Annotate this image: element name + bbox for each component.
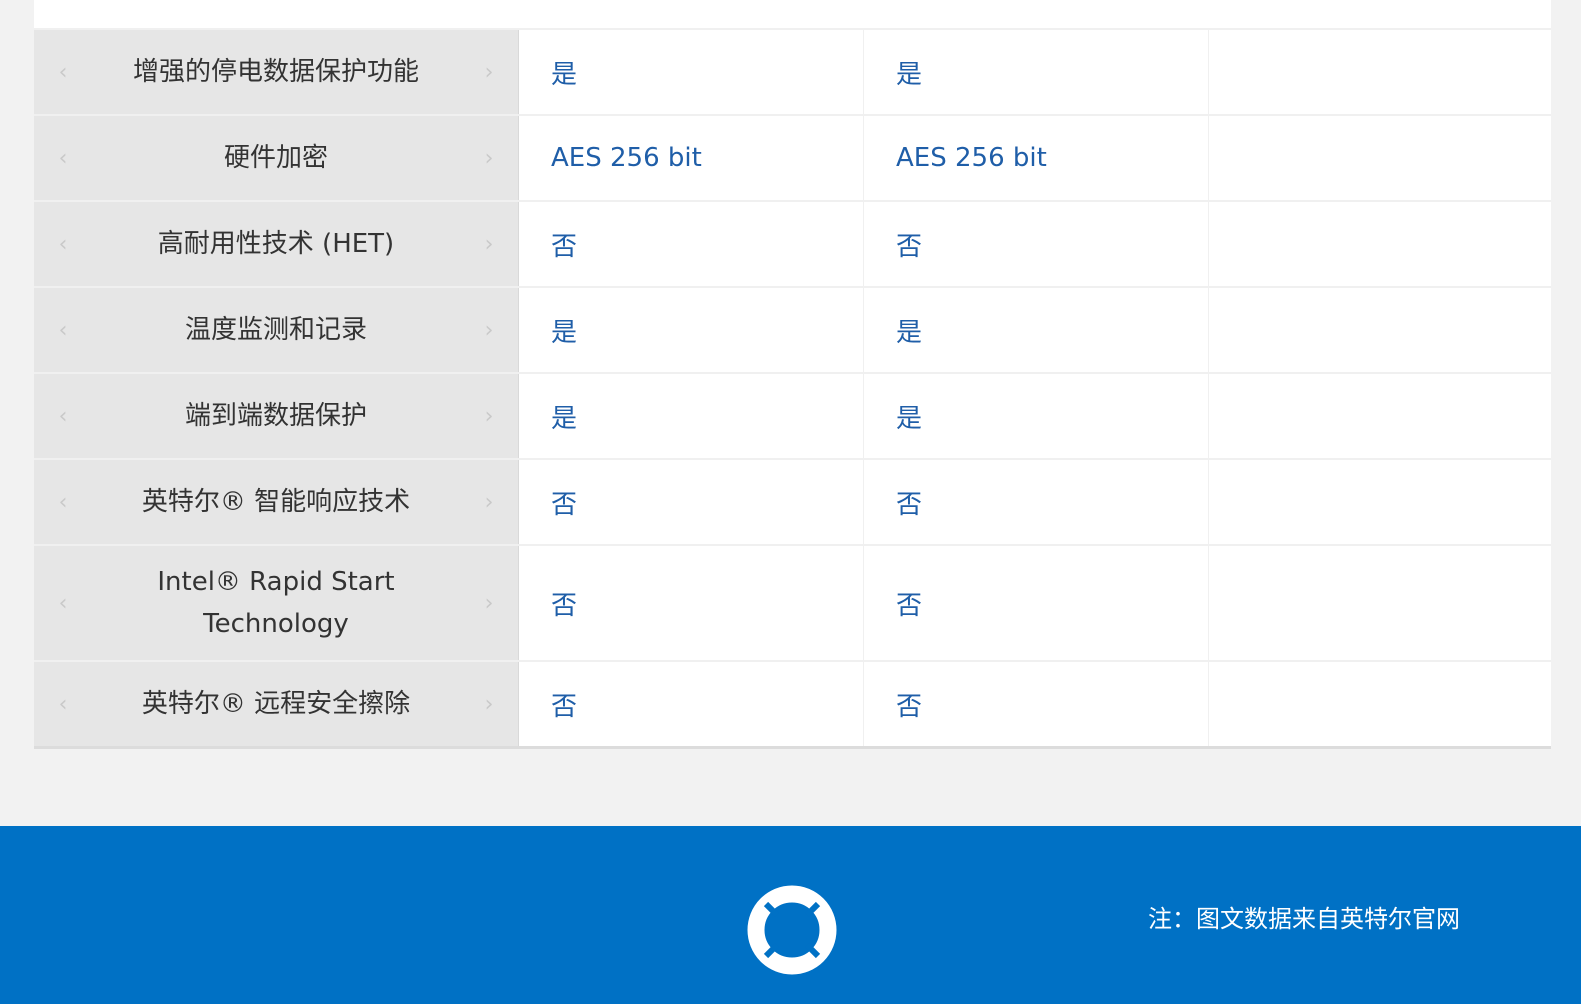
- chevron-right-icon[interactable]: ›: [482, 404, 496, 429]
- chevron-right-icon[interactable]: ›: [482, 490, 496, 515]
- value-cell: AES 256 bit: [519, 116, 864, 200]
- table-top-strip: [34, 0, 1551, 28]
- table-row: ‹ 英特尔® 智能响应技术 › 否 否: [34, 458, 1551, 544]
- chevron-left-icon[interactable]: ‹: [56, 591, 70, 616]
- row-label: 英特尔® 远程安全擦除: [141, 689, 411, 719]
- value-cell: 否: [519, 546, 864, 660]
- chevron-left-icon[interactable]: ‹: [56, 232, 70, 257]
- chevron-right-icon[interactable]: ›: [482, 146, 496, 171]
- row-label-cell: ‹ 英特尔® 远程安全擦除 ›: [34, 662, 519, 746]
- row-label-cell: ‹ 增强的停电数据保护功能 ›: [34, 30, 519, 114]
- table-row: ‹ 温度监测和记录 › 是 是: [34, 286, 1551, 372]
- chevron-right-icon[interactable]: ›: [482, 692, 496, 717]
- row-label-cell: ‹ 温度监测和记录 ›: [34, 288, 519, 372]
- value-cell: 是: [864, 288, 1209, 372]
- value-cell: [1209, 546, 1551, 660]
- chevron-right-icon[interactable]: ›: [482, 591, 496, 616]
- value-cell: [1209, 662, 1551, 746]
- table-row: ‹ Intel® Rapid Start Technology › 否 否: [34, 544, 1551, 660]
- chevron-left-icon[interactable]: ‹: [56, 60, 70, 85]
- value-cell: 否: [864, 546, 1209, 660]
- value-cell: 是: [519, 374, 864, 458]
- chevron-right-icon[interactable]: ›: [482, 232, 496, 257]
- value-cell: 否: [519, 202, 864, 286]
- table-row: ‹ 增强的停电数据保护功能 › 是 是: [34, 28, 1551, 114]
- value-cell: [1209, 374, 1551, 458]
- value-cell: 否: [519, 662, 864, 746]
- table-row: ‹ 高耐用性技术 (HET) › 否 否: [34, 200, 1551, 286]
- lifebuoy-icon[interactable]: [746, 884, 838, 976]
- value-cell: AES 256 bit: [864, 116, 1209, 200]
- value-cell: [1209, 460, 1551, 544]
- row-label: 端到端数据保护: [184, 401, 367, 431]
- value-cell: 是: [519, 288, 864, 372]
- value-cell: 是: [864, 30, 1209, 114]
- row-label-cell: ‹ Intel® Rapid Start Technology ›: [34, 546, 519, 660]
- chevron-right-icon[interactable]: ›: [482, 318, 496, 343]
- value-cell: 否: [864, 460, 1209, 544]
- row-label: 高耐用性技术 (HET): [157, 229, 395, 259]
- spec-comparison-table: ‹ 增强的停电数据保护功能 › 是 是 ‹ 硬件加密 › AES 256 bit…: [34, 0, 1551, 749]
- table-row: ‹ 英特尔® 远程安全擦除 › 否 否: [34, 660, 1551, 746]
- chevron-left-icon[interactable]: ‹: [56, 692, 70, 717]
- value-cell: [1209, 30, 1551, 114]
- row-label-cell: ‹ 硬件加密 ›: [34, 116, 519, 200]
- chevron-right-icon[interactable]: ›: [482, 60, 496, 85]
- value-cell: 是: [519, 30, 864, 114]
- row-label-cell: ‹ 高耐用性技术 (HET) ›: [34, 202, 519, 286]
- value-cell: 是: [864, 374, 1209, 458]
- value-cell: [1209, 288, 1551, 372]
- table-row: ‹ 硬件加密 › AES 256 bit AES 256 bit: [34, 114, 1551, 200]
- value-cell: 否: [864, 202, 1209, 286]
- value-cell: [1209, 202, 1551, 286]
- source-note: 注：图文数据来自英特尔官网: [1148, 905, 1460, 933]
- row-label-cell: ‹ 英特尔® 智能响应技术 ›: [34, 460, 519, 544]
- row-label: 增强的停电数据保护功能: [132, 57, 419, 87]
- chevron-left-icon[interactable]: ‹: [56, 490, 70, 515]
- row-label: Intel® Rapid Start Technology: [157, 567, 395, 639]
- footer-bar: 注：图文数据来自英特尔官网: [0, 826, 1581, 1004]
- value-cell: [1209, 116, 1551, 200]
- value-cell: 否: [864, 662, 1209, 746]
- chevron-left-icon[interactable]: ‹: [56, 318, 70, 343]
- row-label: 英特尔® 智能响应技术: [141, 487, 411, 517]
- value-cell: 否: [519, 460, 864, 544]
- chevron-left-icon[interactable]: ‹: [56, 146, 70, 171]
- row-label: 温度监测和记录: [184, 315, 367, 345]
- chevron-left-icon[interactable]: ‹: [56, 404, 70, 429]
- table-row: ‹ 端到端数据保护 › 是 是: [34, 372, 1551, 458]
- row-label: 硬件加密: [223, 143, 328, 173]
- row-label-cell: ‹ 端到端数据保护 ›: [34, 374, 519, 458]
